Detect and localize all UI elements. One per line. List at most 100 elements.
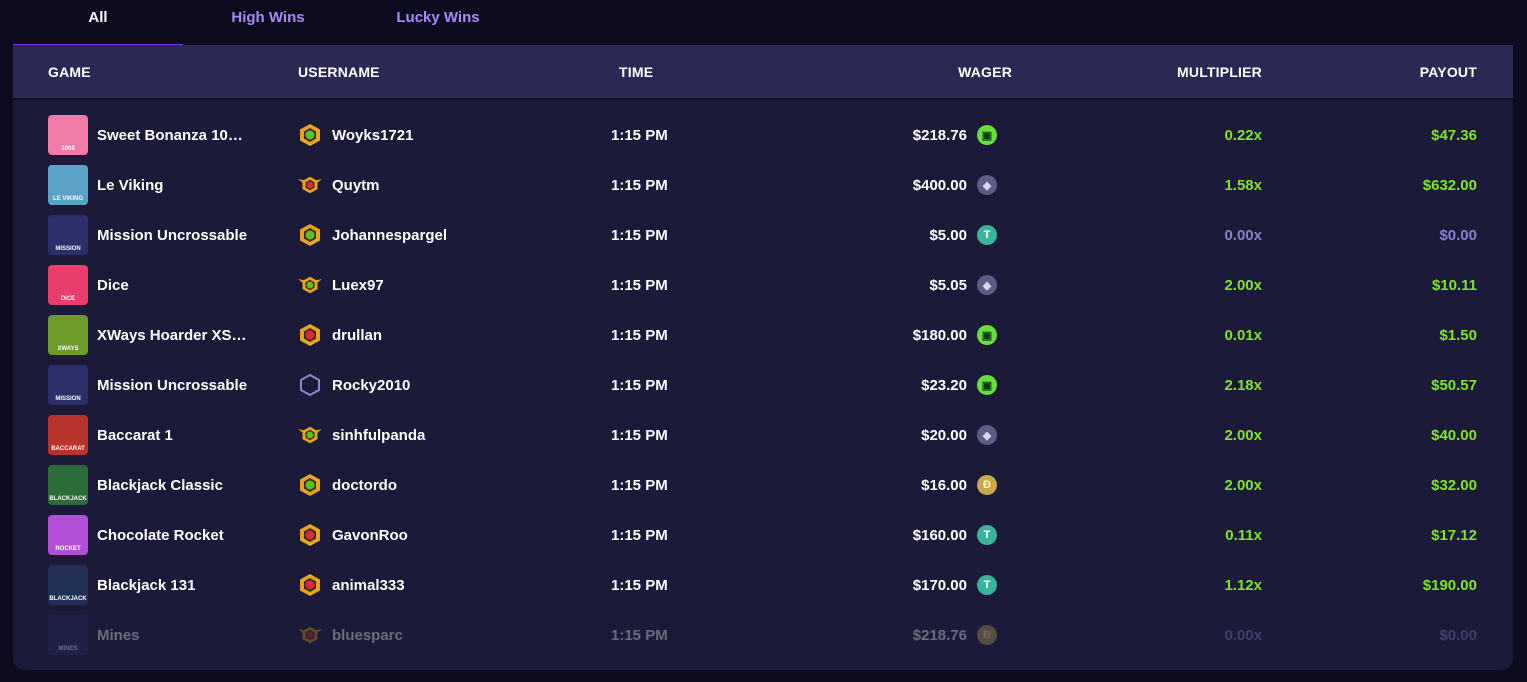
table-row[interactable]: LE VIKING Le Viking Quytm 1:15 PM $400.00 ◆ 1.… <box>13 160 1513 210</box>
game-name[interactable]: Blackjack Classic <box>97 477 223 494</box>
game-name[interactable]: Dice <box>97 277 129 294</box>
table-row[interactable]: BLACKJACK Blackjack Classic doctordo 1:15 P… <box>13 460 1513 510</box>
username-cell[interactable]: Luex97 <box>298 260 384 310</box>
tab-all[interactable]: All <box>13 0 183 46</box>
multiplier-value: 2.00x <box>1224 426 1262 444</box>
bet-time: 1:15 PM <box>611 226 668 244</box>
table-row[interactable]: MISSION Mission Uncrossable Johannespargel… <box>13 210 1513 260</box>
game-thumbnail[interactable]: LE VIKING <box>48 165 88 205</box>
username[interactable]: Quytm <box>332 177 380 194</box>
username-cell[interactable]: animal333 <box>298 560 405 610</box>
payout-cell: $17.12 <box>1431 510 1477 560</box>
bet-time: 1:15 PM <box>611 176 668 194</box>
game-cell[interactable]: MISSION Mission Uncrossable <box>48 360 247 410</box>
game-name[interactable]: Chocolate Rocket <box>97 527 224 544</box>
game-name[interactable]: Le Viking <box>97 177 163 194</box>
table-row[interactable]: BLACKJACK Blackjack 131 animal333 1:15 PM $1… <box>13 560 1513 610</box>
bet-time: 1:15 PM <box>611 276 668 294</box>
vip-badge-icon <box>298 123 322 147</box>
ethereum-icon: ◆ <box>977 425 997 445</box>
game-name[interactable]: Blackjack 131 <box>97 577 195 594</box>
game-cell[interactable]: 1000 Sweet Bonanza 10… <box>48 110 243 160</box>
payout-cell: $0.00 <box>1439 210 1477 260</box>
username[interactable]: Woyks1721 <box>332 127 413 144</box>
game-cell[interactable]: BLACKJACK Blackjack Classic <box>48 460 223 510</box>
username[interactable]: animal333 <box>332 577 405 594</box>
payout-amount: $32.00 <box>1431 476 1477 494</box>
game-cell[interactable]: LE VIKING Le Viking <box>48 160 163 210</box>
table-row[interactable]: DICE Dice Luex97 1:15 PM $5.05 ◆ 2.00x $10.11 <box>13 260 1513 310</box>
username-cell[interactable]: GavonRoo <box>298 510 408 560</box>
game-thumbnail-label: BLACKJACK <box>49 596 87 602</box>
multiplier-cell: 0.01x <box>1224 310 1262 360</box>
username-cell[interactable]: Quytm <box>298 160 380 210</box>
game-cell[interactable]: ROCKET Chocolate Rocket <box>48 510 224 560</box>
game-name[interactable]: Mission Uncrossable <box>97 227 247 244</box>
table-row[interactable]: ROCKET Chocolate Rocket GavonRoo 1:15 PM $16… <box>13 510 1513 560</box>
game-name[interactable]: XWays Hoarder XS… <box>97 327 247 344</box>
game-cell[interactable]: DICE Dice <box>48 260 129 310</box>
game-name[interactable]: Sweet Bonanza 10… <box>97 127 243 144</box>
game-name[interactable]: Baccarat 1 <box>97 427 173 444</box>
game-name[interactable]: Mission Uncrossable <box>97 377 247 394</box>
username[interactable]: Luex97 <box>332 277 384 294</box>
game-thumbnail-label: LE VIKING <box>52 196 83 202</box>
game-thumbnail-label: MISSION <box>55 246 81 252</box>
table-row[interactable]: MISSION Mission Uncrossable Rocky2010 1:15 … <box>13 360 1513 410</box>
game-thumbnail[interactable]: ROCKET <box>48 515 88 555</box>
tab-high-wins[interactable]: High Wins <box>183 0 353 44</box>
game-thumbnail[interactable]: MISSION <box>48 215 88 255</box>
game-thumbnail[interactable]: BACCARAT <box>48 415 88 455</box>
payout-amount: $632.00 <box>1422 176 1477 194</box>
username[interactable]: doctordo <box>332 477 397 494</box>
game-thumbnail[interactable]: DICE <box>48 265 88 305</box>
multiplier-cell: 2.00x <box>1224 460 1262 510</box>
username-cell[interactable]: Johannespargel <box>298 210 447 260</box>
username[interactable]: sinhfulpanda <box>332 427 425 444</box>
wager-amount: $23.20 <box>921 376 967 394</box>
vip-badge-icon <box>298 523 322 547</box>
vip-badge-icon <box>298 173 322 197</box>
game-cell[interactable]: MINES Mines <box>48 610 140 660</box>
table-row[interactable]: XWAYS XWays Hoarder XS… drullan 1:15 PM $180… <box>13 310 1513 360</box>
multiplier-value: 0.00x <box>1224 226 1262 244</box>
tether-icon: T <box>977 525 997 545</box>
username[interactable]: Johannespargel <box>332 227 447 244</box>
username-cell[interactable]: Rocky2010 <box>298 360 410 410</box>
game-thumbnail[interactable]: BLACKJACK <box>48 565 88 605</box>
game-cell[interactable]: BACCARAT Baccarat 1 <box>48 410 173 460</box>
game-cell[interactable]: BLACKJACK Blackjack 131 <box>48 560 195 610</box>
game-thumbnail[interactable]: 1000 <box>48 115 88 155</box>
username-cell[interactable]: bluesparc <box>298 610 403 660</box>
table-header: GAME USERNAME TIME WAGER MULTIPLIER PAYO… <box>13 45 1513 100</box>
payout-cell: $10.11 <box>1432 260 1477 310</box>
username-cell[interactable]: Woyks1721 <box>298 110 413 160</box>
username-cell[interactable]: doctordo <box>298 460 397 510</box>
tab-lucky-wins[interactable]: Lucky Wins <box>353 0 523 44</box>
payout-amount: $0.00 <box>1439 226 1477 244</box>
username[interactable]: bluesparc <box>332 627 403 644</box>
table-row[interactable]: BACCARAT Baccarat 1 sinhfulpanda 1:15 PM $20… <box>13 410 1513 460</box>
game-name[interactable]: Mines <box>97 627 140 644</box>
payout-cell: $0.00 <box>1439 610 1477 660</box>
table-row[interactable]: MINES Mines bluesparc 1:15 PM $218.76 Ð 0.00x $… <box>13 610 1513 660</box>
game-cell[interactable]: MISSION Mission Uncrossable <box>48 210 247 260</box>
game-thumbnail[interactable]: MINES <box>48 615 88 655</box>
game-thumbnail[interactable]: BLACKJACK <box>48 465 88 505</box>
payout-cell: $1.50 <box>1439 310 1477 360</box>
game-cell[interactable]: XWAYS XWays Hoarder XS… <box>48 310 247 360</box>
game-thumbnail[interactable]: XWAYS <box>48 315 88 355</box>
table-row[interactable]: 1000 Sweet Bonanza 10… Woyks1721 1:15 PM $21… <box>13 110 1513 160</box>
username[interactable]: Rocky2010 <box>332 377 410 394</box>
username[interactable]: drullan <box>332 327 382 344</box>
ethereum-icon: ◆ <box>977 275 997 295</box>
username-cell[interactable]: drullan <box>298 310 382 360</box>
bet-time: 1:15 PM <box>611 576 668 594</box>
bet-time: 1:15 PM <box>611 526 668 544</box>
username[interactable]: GavonRoo <box>332 527 408 544</box>
game-thumbnail[interactable]: MISSION <box>48 365 88 405</box>
bet-time: 1:15 PM <box>611 476 668 494</box>
username-cell[interactable]: sinhfulpanda <box>298 410 425 460</box>
header-game: GAME <box>48 63 91 80</box>
wager-amount: $16.00 <box>921 476 967 494</box>
